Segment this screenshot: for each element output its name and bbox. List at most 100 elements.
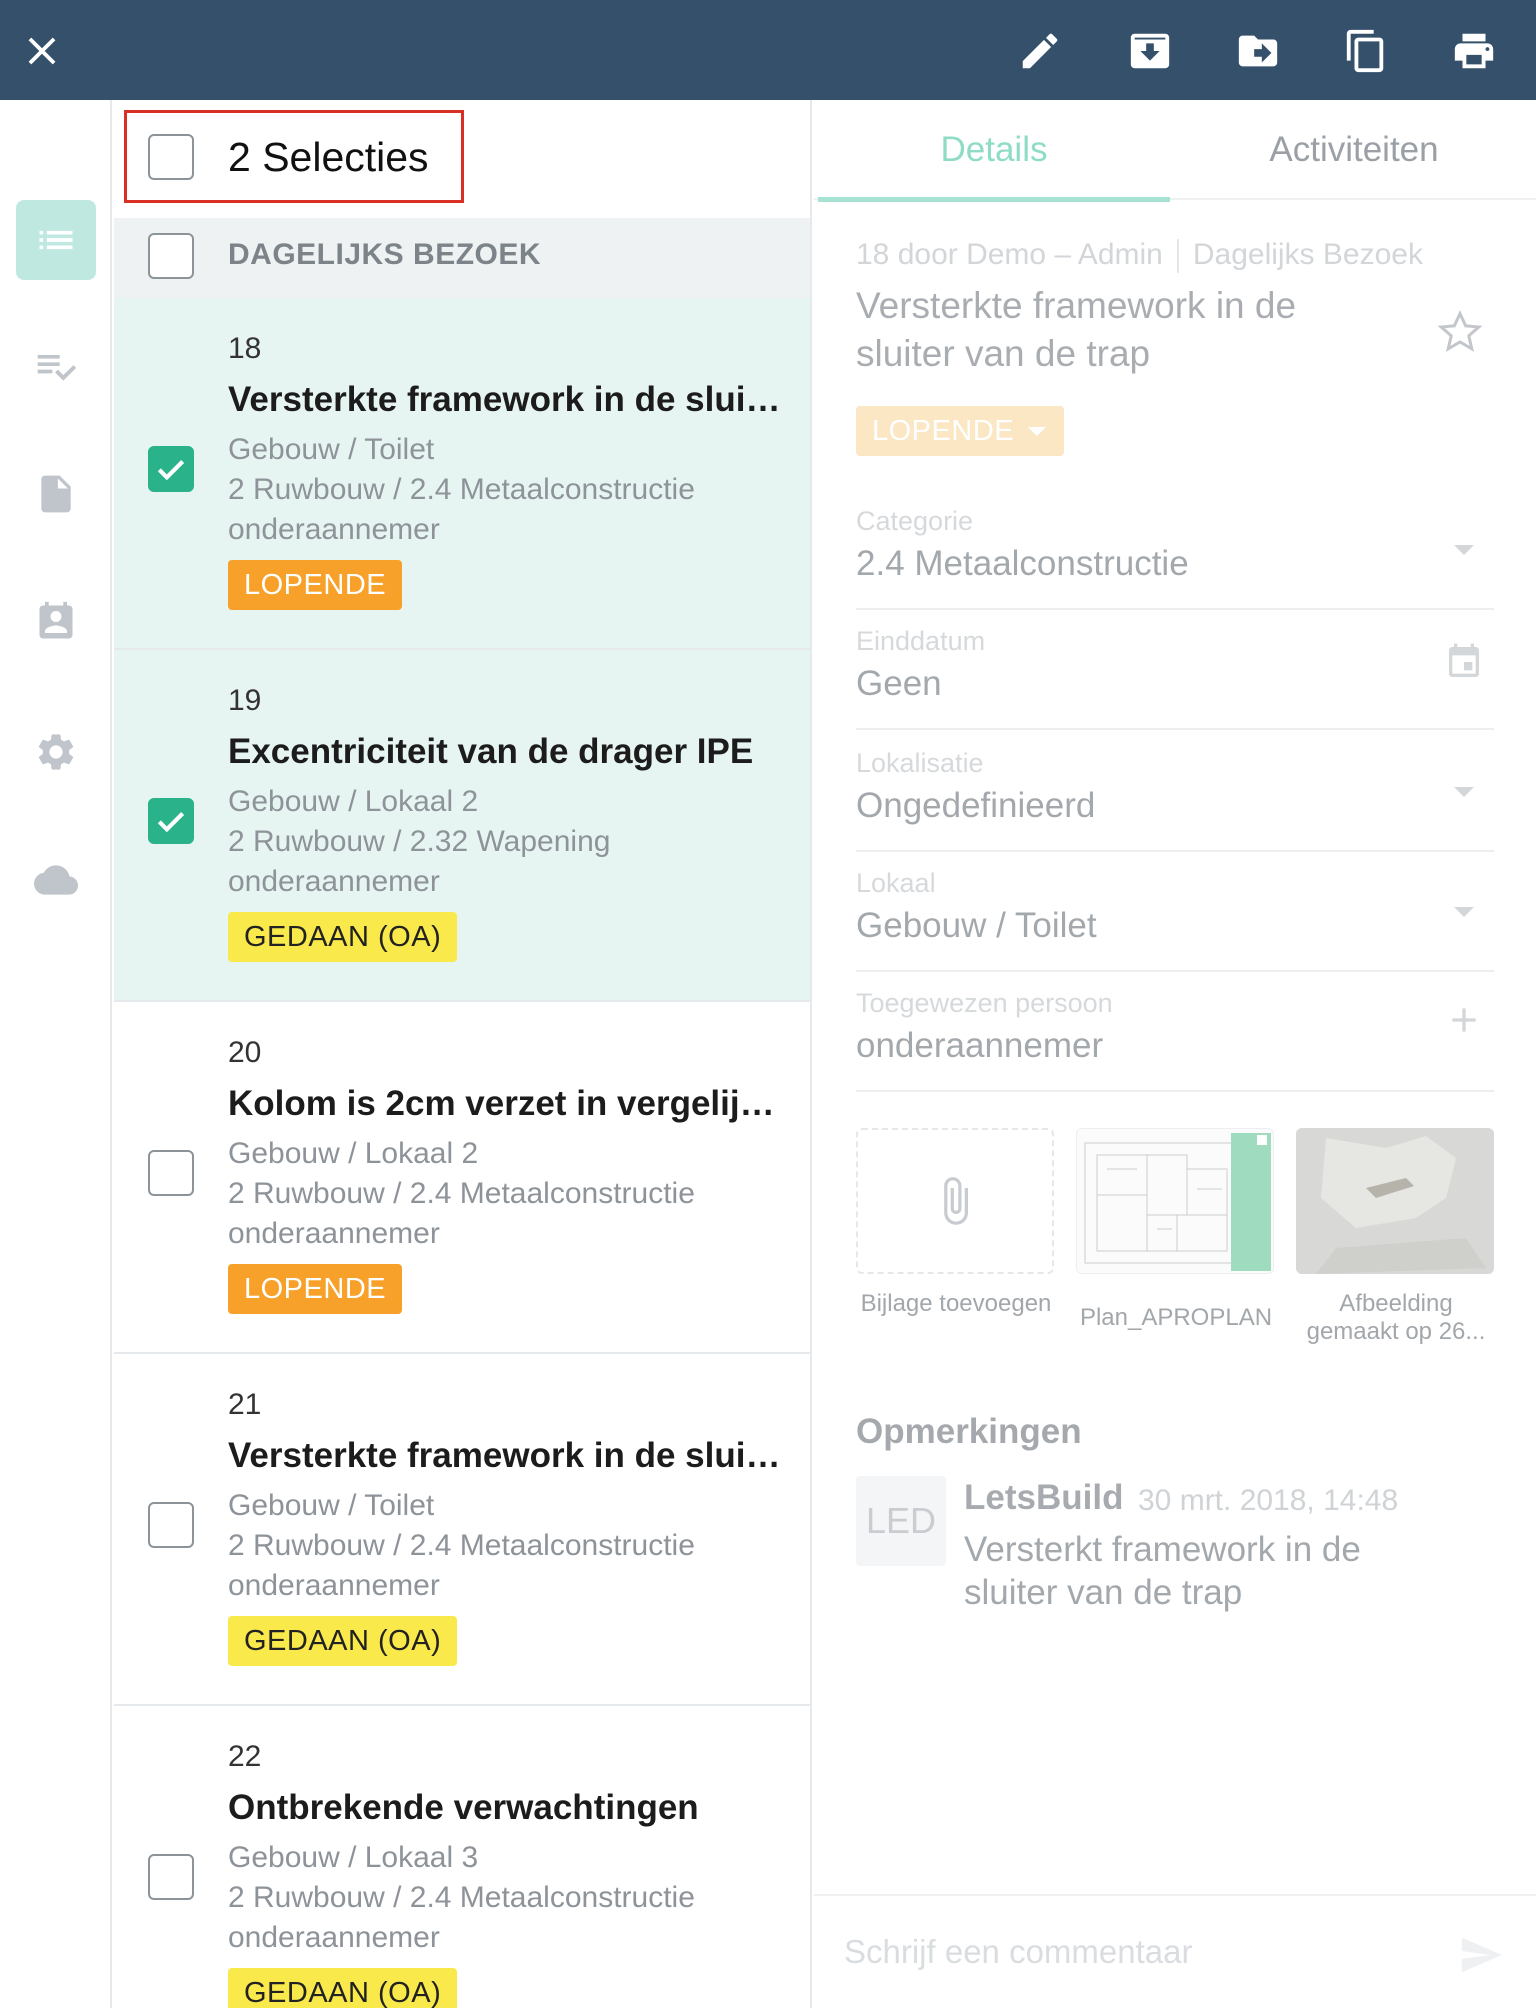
top-toolbar (0, 0, 1536, 100)
cloud-icon[interactable] (16, 840, 96, 920)
document-icon[interactable] (16, 454, 96, 534)
item-checkbox[interactable] (148, 1502, 194, 1548)
select-all-checkbox[interactable] (148, 134, 194, 180)
item-category: 2 Ruwbouw / 2.4 Metaalconstructie (228, 473, 695, 506)
contact-icon[interactable] (16, 582, 96, 662)
item-title: Excentriciteit van de drager IPE (228, 732, 754, 771)
item-checkbox[interactable] (148, 798, 194, 844)
item-location: Gebouw / Toilet (228, 1489, 435, 1522)
list-item[interactable]: 19 Excentriciteit van de drager IPE Gebo… (114, 650, 810, 1002)
category-field[interactable]: Categorie 2.4 Metaalconstructie (856, 506, 1494, 610)
room-field[interactable]: Lokaal Gebouw / Toilet (856, 868, 1494, 972)
photo-image (1296, 1128, 1494, 1274)
item-category: 2 Ruwbouw / 2.4 Metaalconstructie (228, 1177, 695, 1210)
comment-author: LetsBuild (964, 1478, 1124, 1517)
plan-thumbnail[interactable] (1076, 1128, 1274, 1274)
detail-panel: Details Activiteiten 18 door Demo – Admi… (814, 100, 1536, 2008)
category-value: 2.4 Metaalconstructie (856, 544, 1189, 583)
avatar: LED (856, 1476, 946, 1566)
item-location: Gebouw / Lokaal 2 (228, 785, 479, 818)
caret-down-icon (1028, 427, 1046, 436)
item-category: 2 Ruwbouw / 2.32 Wapening (228, 825, 611, 858)
archive-icon[interactable] (1124, 25, 1176, 77)
localisation-field[interactable]: Lokalisatie Ongedefinieerd (856, 748, 1494, 852)
selection-count: 2 Selecties (228, 134, 429, 180)
item-checkbox[interactable] (148, 1854, 194, 1900)
item-checkbox[interactable] (148, 1150, 194, 1196)
plus-icon[interactable] (1442, 998, 1486, 1042)
plan-label: Plan_APROPLAN (1079, 1304, 1273, 1331)
section-header[interactable]: DAGELIJKS BEZOEK (114, 218, 810, 298)
item-title: Versterkte framework in de sluiter van d… (228, 1436, 788, 1475)
settings-icon[interactable] (16, 712, 96, 792)
send-icon[interactable] (1458, 1932, 1504, 1978)
chevron-down-icon (1442, 528, 1486, 572)
comment-composer (814, 1894, 1536, 2008)
issue-list-name: Dagelijks Bezoek (1192, 238, 1423, 271)
item-assignee: onderaannemer (228, 865, 440, 898)
close-icon[interactable] (16, 25, 68, 77)
item-number: 21 (228, 1388, 262, 1421)
status-badge: GEDAAN (OA) (228, 1616, 458, 1666)
tab-details[interactable]: Details (814, 100, 1174, 202)
item-number: 22 (228, 1740, 262, 1773)
edit-icon[interactable] (1014, 25, 1066, 77)
remarks-heading: Opmerkingen (856, 1412, 1082, 1451)
item-title: Ontbrekende verwachtingen (228, 1788, 699, 1827)
list-item[interactable]: 18 Versterkte framework in de sluiter va… (114, 298, 810, 650)
copy-icon[interactable] (1340, 25, 1392, 77)
item-number: 20 (228, 1036, 262, 1069)
comment-date: 30 mrt. 2018, 14:48 (1138, 1484, 1399, 1517)
list-item[interactable]: 21 Versterkte framework in de sluiter va… (114, 1354, 810, 1706)
issue-author: 18 door Demo – Admin (856, 238, 1163, 271)
room-value: Gebouw / Toilet (856, 906, 1097, 945)
item-checkbox[interactable] (148, 446, 194, 492)
status-badge: LOPENDE (228, 1264, 403, 1314)
due-date-field[interactable]: Einddatum Geen (856, 626, 1494, 730)
print-icon[interactable] (1448, 25, 1500, 77)
item-assignee: onderaannemer (228, 513, 440, 546)
checklist-icon[interactable] (16, 326, 96, 406)
section-checkbox[interactable] (148, 233, 194, 279)
meta-divider (1176, 239, 1179, 274)
item-title: Kolom is 2cm verzet in vergelijking met … (228, 1084, 788, 1123)
star-icon[interactable] (1436, 308, 1484, 356)
photo-thumbnail[interactable] (1296, 1128, 1494, 1274)
chevron-down-icon (1442, 770, 1486, 814)
item-number: 19 (228, 684, 262, 717)
item-number: 18 (228, 332, 262, 365)
photo-label: Afbeelding gemaakt op 26... (1306, 1290, 1486, 1345)
localisation-value: Ongedefinieerd (856, 786, 1096, 825)
chevron-down-icon (1442, 890, 1486, 934)
item-category: 2 Ruwbouw / 2.4 Metaalconstructie (228, 1529, 695, 1562)
category-label: Categorie (856, 506, 974, 536)
item-title: Versterkte framework in de sluiter van d… (228, 380, 788, 419)
add-attachment-button[interactable] (856, 1128, 1054, 1274)
item-category: 2 Ruwbouw / 2.4 Metaalconstructie (228, 1881, 695, 1914)
tab-activities[interactable]: Activiteiten (1174, 100, 1534, 200)
assignee-value: onderaannemer (856, 1026, 1104, 1065)
assignee-field[interactable]: Toegewezen persoon onderaannemer (856, 988, 1494, 1092)
move-icon[interactable] (1232, 25, 1284, 77)
item-location: Gebouw / Lokaal 2 (228, 1137, 479, 1170)
due-date-value: Geen (856, 664, 942, 703)
status-dropdown[interactable]: LOPENDE (856, 406, 1064, 456)
issue-list: 2 Selecties DAGELIJKS BEZOEK 18 Versterk… (114, 100, 812, 2008)
localisation-label: Lokalisatie (856, 748, 984, 778)
status-badge: GEDAAN (OA) (228, 1968, 458, 2008)
item-assignee: onderaannemer (228, 1921, 440, 1954)
issue-meta: 18 door Demo – Admin Dagelijks Bezoek (856, 238, 1423, 274)
calendar-icon[interactable] (1442, 640, 1486, 684)
list-icon[interactable] (16, 200, 96, 280)
status-badge: LOPENDE (228, 560, 403, 610)
comment-input[interactable] (844, 1930, 1424, 1974)
list-item[interactable]: 20 Kolom is 2cm verzet in vergelijking m… (114, 1002, 810, 1354)
item-location: Gebouw / Lokaal 3 (228, 1841, 479, 1874)
floor-plan-image (1077, 1129, 1273, 1273)
room-label: Lokaal (856, 868, 936, 898)
assignee-label: Toegewezen persoon (856, 988, 1113, 1018)
issue-title: Versterkte framework in de sluiter van d… (856, 285, 1297, 374)
status-badge: GEDAAN (OA) (228, 912, 458, 962)
list-item[interactable]: 22 Ontbrekende verwachtingen Gebouw / Lo… (114, 1706, 810, 2008)
nav-rail (0, 100, 112, 2008)
